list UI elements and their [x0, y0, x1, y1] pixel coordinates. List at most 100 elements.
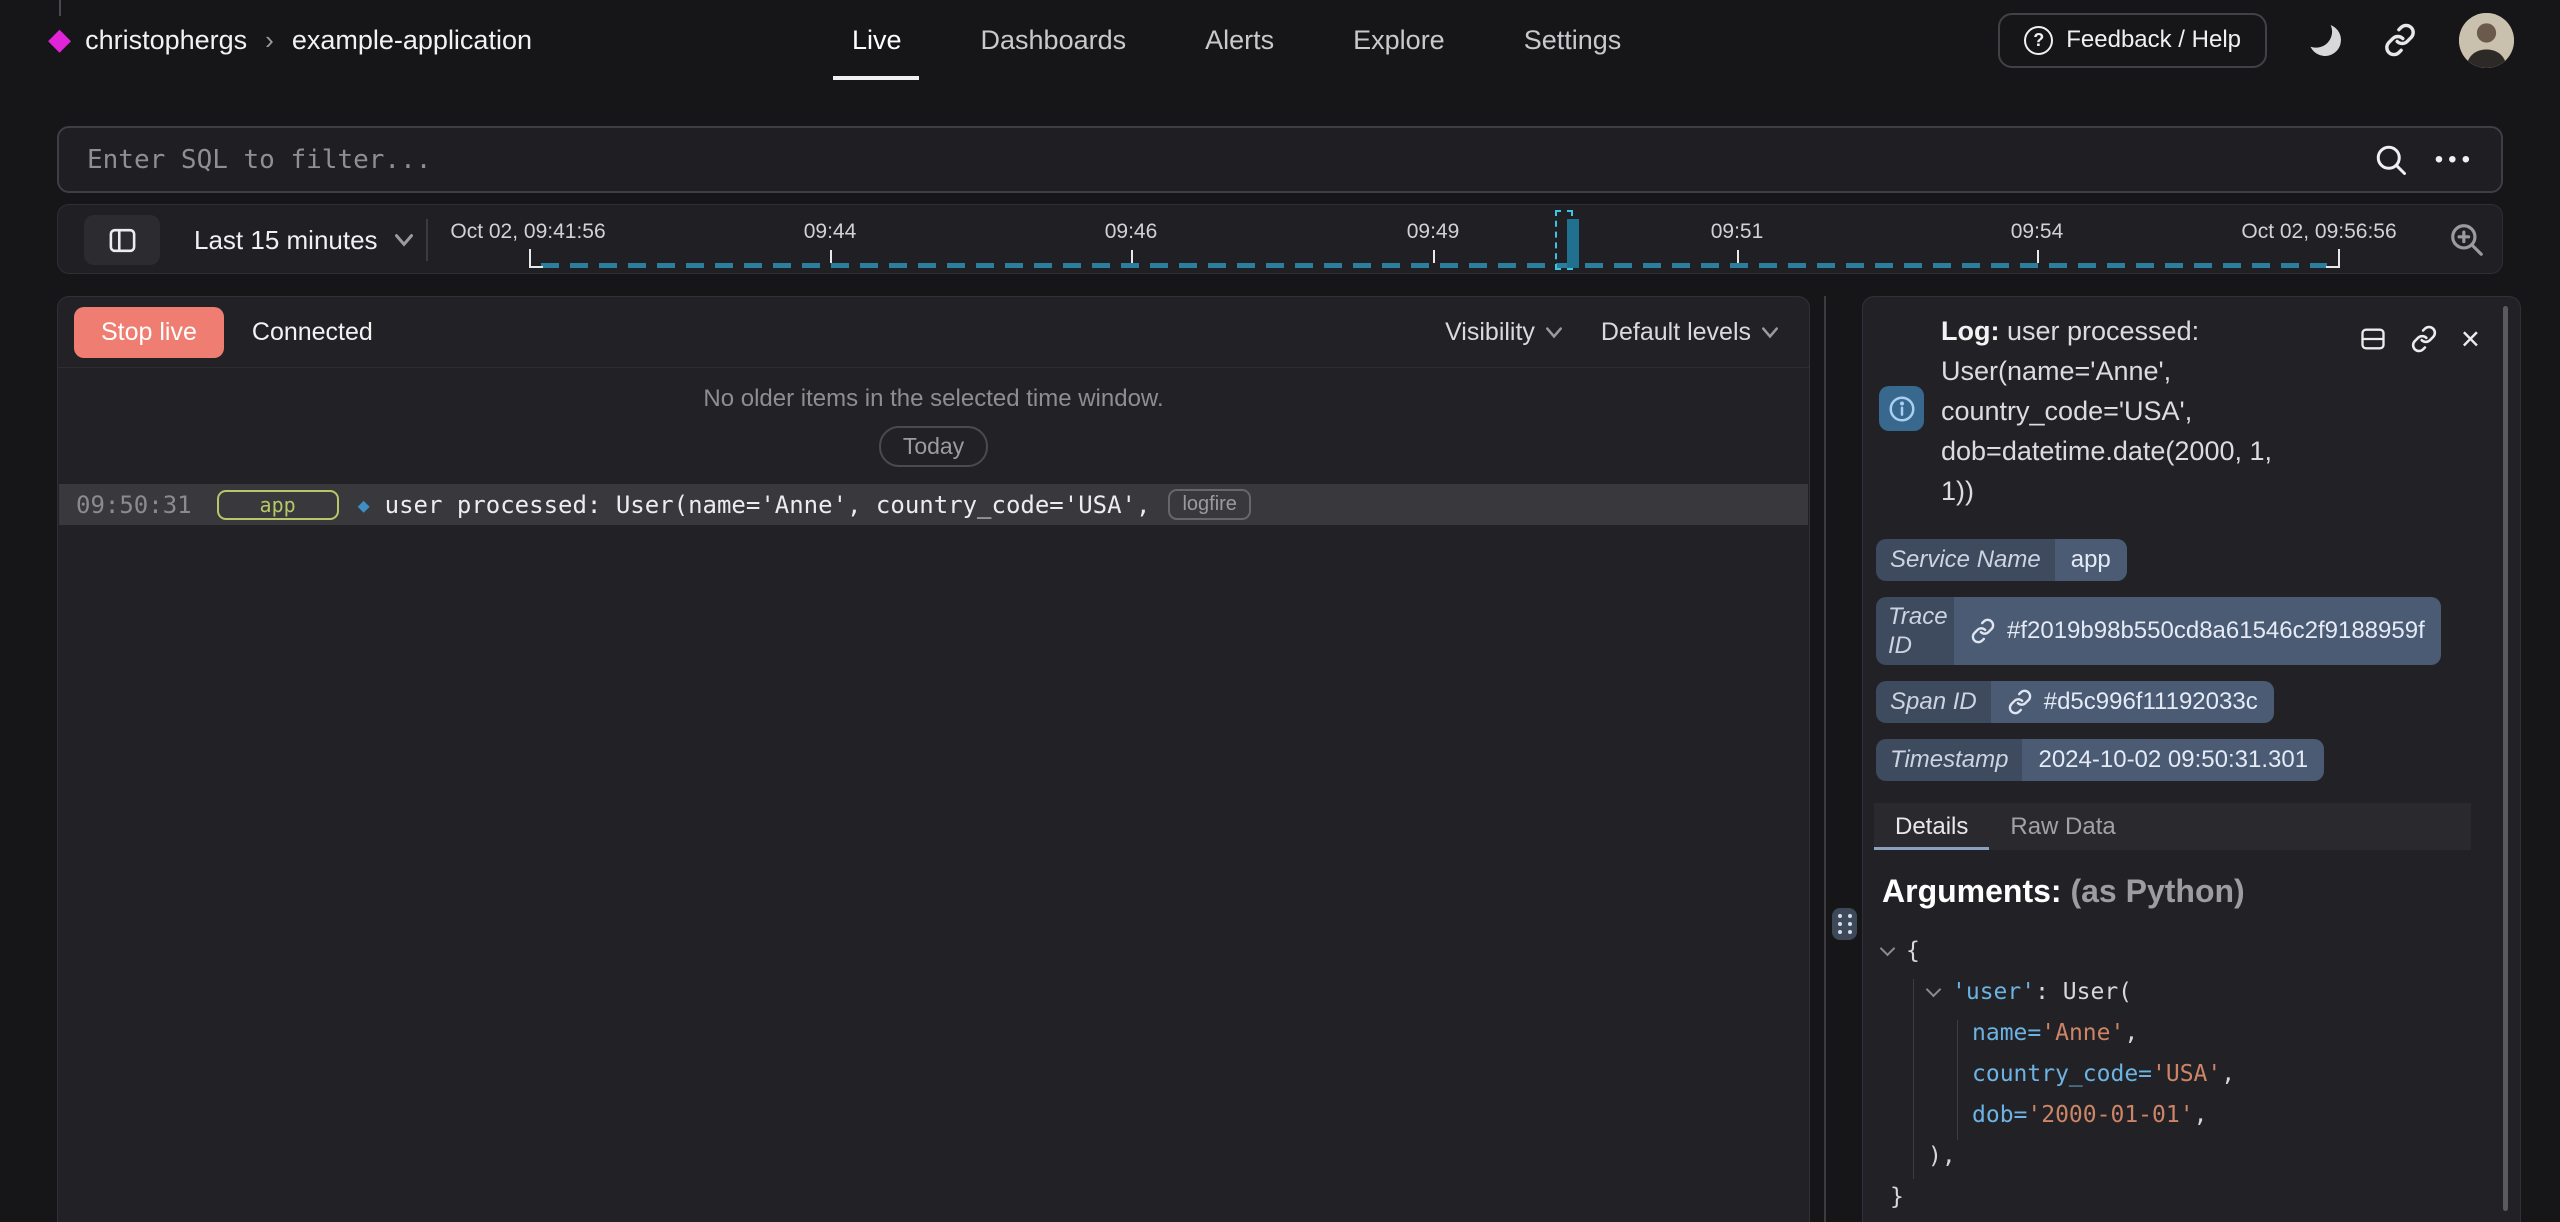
axis-end-bracket	[2326, 266, 2340, 268]
indent-guide	[1913, 979, 1914, 1179]
code-line: {	[1882, 931, 2482, 972]
timeline-bar: Last 15 minutes Oct 02, 09:41:56 09:44 0…	[57, 204, 2503, 274]
timeline-divider	[426, 219, 428, 261]
tab-live[interactable]: Live	[852, 0, 902, 80]
service-name-label: Service Name	[1876, 539, 2055, 581]
axis-label: 09:54	[2011, 220, 2064, 244]
arguments-heading-main: Arguments:	[1882, 873, 2062, 909]
code-token: ,	[2194, 1102, 2208, 1128]
breadcrumb: ◆ christophergs › example-application	[48, 0, 532, 80]
breadcrumb-separator-icon: ›	[261, 25, 278, 56]
code-line: country_code='USA',	[1882, 1054, 2482, 1095]
logfire-logo-icon[interactable]: ◆	[48, 25, 71, 55]
collapse-chevron-icon[interactable]	[1880, 941, 1896, 957]
span-id-value[interactable]: #d5c996f11192033c	[1991, 681, 2274, 723]
code-token: }	[1890, 1184, 1904, 1210]
nav-tabs: Live Dashboards Alerts Explore Settings	[852, 0, 1621, 80]
tab-dashboards[interactable]: Dashboards	[981, 0, 1127, 80]
live-header: Stop live Connected Visibility Default l…	[58, 297, 1809, 368]
time-range-dropdown[interactable]: Last 15 minutes	[194, 205, 414, 275]
code-line: name='Anne',	[1882, 1013, 2482, 1054]
axis-tick	[1131, 250, 1133, 263]
service-name-pill: Service Name app	[1876, 539, 2127, 581]
axis-label-start: Oct 02, 09:41:56	[450, 220, 605, 244]
live-header-dropdowns: Visibility Default levels	[1445, 318, 1793, 347]
sidebar-toggle-button[interactable]	[84, 215, 160, 265]
axis-tick	[830, 250, 832, 263]
code-token: name=	[1972, 1020, 2041, 1046]
trace-id-pill: Trace ID #f2019b98b550cd8a61546c2f918895…	[1876, 597, 2441, 665]
close-icon[interactable]: ×	[2461, 322, 2480, 355]
share-link-icon[interactable]	[2383, 23, 2417, 57]
today-button[interactable]: Today	[879, 426, 988, 467]
axis-tick	[1433, 250, 1435, 263]
visibility-label: Visibility	[1445, 318, 1535, 347]
default-levels-label: Default levels	[1601, 318, 1751, 347]
link-icon	[2007, 689, 2033, 715]
feedback-help-label: Feedback / Help	[2066, 26, 2241, 54]
logfire-tag[interactable]: logfire	[1168, 489, 1250, 520]
code-token: ),	[1928, 1143, 1956, 1169]
copy-link-icon[interactable]	[2410, 325, 2438, 353]
axis-tick	[1737, 250, 1739, 263]
empty-window-message: No older items in the selected time wind…	[58, 385, 1809, 413]
default-levels-dropdown[interactable]: Default levels	[1601, 318, 1779, 347]
time-range-label: Last 15 minutes	[194, 225, 378, 256]
visibility-dropdown[interactable]: Visibility	[1445, 318, 1563, 347]
feedback-help-button[interactable]: ? Feedback / Help	[1998, 13, 2267, 68]
code-token: 'user'	[1952, 979, 2035, 1005]
code-token: {	[1906, 938, 1920, 964]
nav-right-cluster: ? Feedback / Help	[1998, 0, 2514, 80]
service-name-value: app	[2055, 539, 2127, 581]
tab-raw-data[interactable]: Raw Data	[1989, 803, 2136, 850]
timestamp-value: 2024-10-02 09:50:31.301	[2022, 739, 2324, 781]
zoom-in-icon[interactable]	[2448, 221, 2486, 259]
detail-title: Log: user processed: User(name='Anne', c…	[1941, 311, 2297, 511]
trace-id-value[interactable]: #f2019b98b550cd8a61546c2f9188959f	[1954, 597, 2441, 665]
code-token: '2000-01-01'	[2027, 1102, 2193, 1128]
detail-fields: Service Name app Trace ID #f2019b98b550c…	[1876, 539, 2441, 781]
breadcrumb-org[interactable]: christophergs	[85, 25, 247, 56]
tab-explore[interactable]: Explore	[1353, 0, 1445, 80]
log-row[interactable]: 09:50:31 app ◆ user processed: User(name…	[59, 484, 1808, 525]
detail-actions: ×	[2359, 322, 2480, 355]
axis-start-bracket	[529, 266, 543, 268]
user-avatar[interactable]	[2459, 13, 2514, 68]
stop-live-button[interactable]: Stop live	[74, 307, 224, 358]
timestamp-pill: Timestamp 2024-10-02 09:50:31.301	[1876, 739, 2324, 781]
service-badge[interactable]: app	[217, 490, 339, 520]
span-id-text: #d5c996f11192033c	[2044, 688, 2258, 716]
link-icon	[1970, 618, 1996, 644]
live-view-panel: Stop live Connected Visibility Default l…	[57, 296, 1810, 1222]
sql-filter-input[interactable]	[85, 144, 2373, 176]
connection-status: Connected	[252, 318, 373, 347]
tab-alerts[interactable]: Alerts	[1205, 0, 1274, 80]
panel-layout-icon[interactable]	[2359, 325, 2387, 353]
panel-scrollbar-track[interactable]	[1824, 296, 1826, 1222]
timestamp-label: Timestamp	[1876, 739, 2022, 781]
code-line: }	[1882, 1177, 2482, 1218]
search-icon[interactable]	[2373, 142, 2409, 178]
axis-label: 09:49	[1407, 220, 1460, 244]
axis-label: 09:51	[1711, 220, 1764, 244]
indent-guide	[1957, 1020, 1958, 1140]
axis-tick	[2037, 250, 2039, 263]
tab-settings[interactable]: Settings	[1524, 0, 1622, 80]
log-timestamp: 09:50:31	[76, 491, 192, 519]
breadcrumb-project[interactable]: example-application	[292, 25, 532, 56]
axis-label: 09:46	[1105, 220, 1158, 244]
axis-label-end: Oct 02, 09:56:56	[2241, 220, 2396, 244]
more-options-ellipsis-icon[interactable]: •••	[2435, 146, 2475, 174]
code-token: : User(	[2035, 979, 2132, 1005]
detail-scrollbar-thumb[interactable]	[2503, 306, 2508, 1211]
panel-resize-handle[interactable]	[1832, 908, 1857, 940]
tab-details[interactable]: Details	[1874, 803, 1989, 850]
top-nav: ◆ christophergs › example-application Li…	[0, 0, 2560, 80]
arguments-heading-sub: (as Python)	[2062, 873, 2245, 909]
collapse-chevron-icon[interactable]	[1926, 982, 1942, 998]
code-token: dob=	[1972, 1102, 2027, 1128]
timeline-activity-bar	[1567, 219, 1579, 268]
code-line: ),	[1882, 1136, 2482, 1177]
chevron-down-icon	[394, 233, 414, 247]
dark-mode-moon-icon[interactable]	[2307, 22, 2343, 58]
